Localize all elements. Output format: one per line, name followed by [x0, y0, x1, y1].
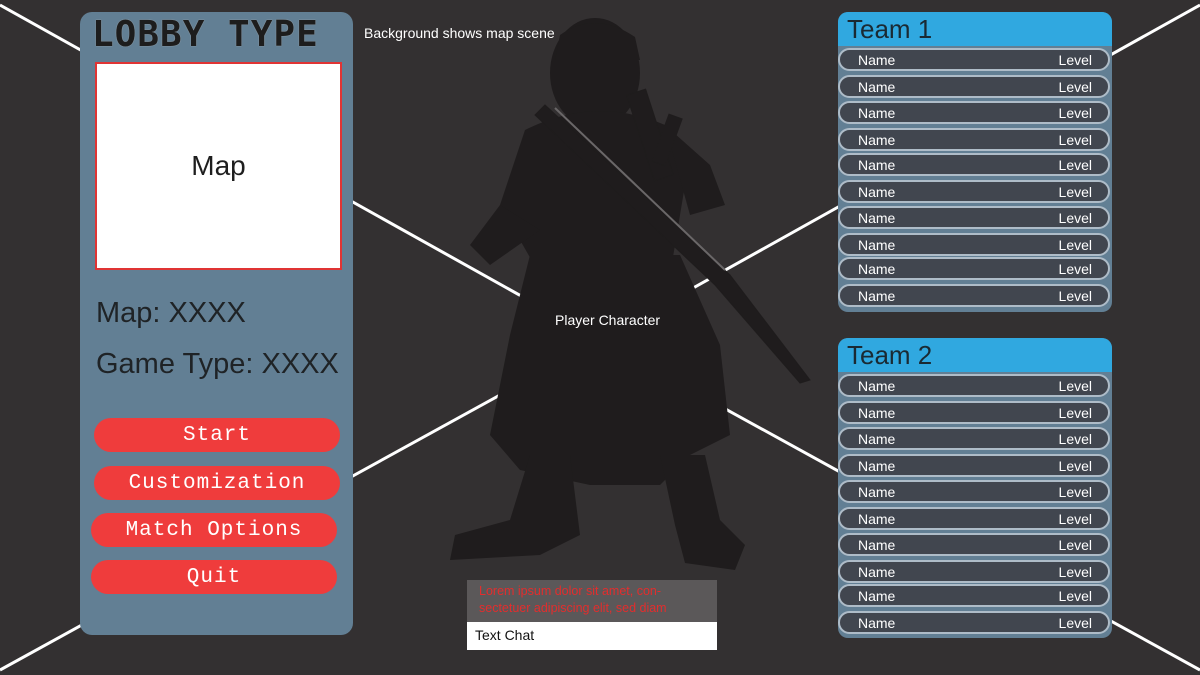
player-level: Level — [1058, 614, 1092, 631]
chat-log: Lorem ipsum dolor sit amet, con- sectetu… — [467, 580, 717, 622]
team-2-player-row[interactable]: Name Level — [838, 584, 1110, 607]
player-level: Level — [1058, 510, 1092, 527]
player-level: Level — [1058, 131, 1092, 148]
player-name: Name — [858, 614, 896, 631]
player-character-silhouette — [450, 18, 811, 570]
lobby-title: LOBBY TYPE — [92, 14, 319, 55]
player-name: Name — [858, 377, 896, 394]
background-note: Background shows map scene — [364, 25, 555, 41]
quit-button[interactable]: Quit — [91, 560, 337, 594]
team-2-panel: Team 2 Name Level Name Level Name Level Nam… — [838, 338, 1112, 638]
player-name: Name — [858, 587, 896, 604]
team-2-header: Team 2 — [838, 338, 1112, 372]
player-name: Name — [858, 563, 896, 580]
team-1-player-row[interactable]: Name Level — [838, 257, 1110, 280]
player-name: Name — [858, 131, 896, 148]
player-level: Level — [1058, 51, 1092, 68]
player-level: Level — [1058, 156, 1092, 173]
player-name: Name — [858, 260, 896, 277]
team-1-player-row[interactable]: Name Level — [838, 48, 1110, 71]
team-1-player-row[interactable]: Name Level — [838, 284, 1110, 307]
player-name: Name — [858, 104, 896, 121]
map-info: Map: XXXX — [96, 297, 246, 329]
player-level: Level — [1058, 457, 1092, 474]
player-name: Name — [858, 183, 896, 200]
player-level: Level — [1058, 78, 1092, 95]
team-2-player-row[interactable]: Name Level — [838, 480, 1110, 503]
player-level: Level — [1058, 260, 1092, 277]
player-name: Name — [858, 236, 896, 253]
player-level: Level — [1058, 236, 1092, 253]
team-2-player-row[interactable]: Name Level — [838, 401, 1110, 424]
team-2-player-row[interactable]: Name Level — [838, 507, 1110, 530]
player-character-label: Player Character — [555, 312, 661, 328]
player-name: Name — [858, 156, 896, 173]
player-name: Name — [858, 51, 896, 68]
team-1-player-row[interactable]: Name Level — [838, 206, 1110, 229]
start-button[interactable]: Start — [94, 418, 340, 452]
chat-input[interactable]: Text Chat — [467, 622, 717, 650]
player-name: Name — [858, 430, 896, 447]
team-1-player-row[interactable]: Name Level — [838, 233, 1110, 256]
team-1-player-row[interactable]: Name Level — [838, 153, 1110, 176]
player-level: Level — [1058, 536, 1092, 553]
player-level: Level — [1058, 377, 1092, 394]
team-2-player-row[interactable]: Name Level — [838, 533, 1110, 556]
team-1-player-row[interactable]: Name Level — [838, 128, 1110, 151]
team-2-player-row[interactable]: Name Level — [838, 427, 1110, 450]
player-name: Name — [858, 287, 896, 304]
map-preview[interactable]: Map — [95, 62, 342, 270]
player-level: Level — [1058, 287, 1092, 304]
player-level: Level — [1058, 430, 1092, 447]
player-name: Name — [858, 510, 896, 527]
team-1-panel: Team 1 Name Level Name Level Name Level Nam… — [838, 12, 1112, 312]
team-2-player-row[interactable]: Name Level — [838, 374, 1110, 397]
player-level: Level — [1058, 483, 1092, 500]
player-level: Level — [1058, 404, 1092, 421]
player-name: Name — [858, 483, 896, 500]
team-1-player-row[interactable]: Name Level — [838, 75, 1110, 98]
team-2-player-row[interactable]: Name Level — [838, 560, 1110, 583]
player-level: Level — [1058, 209, 1092, 226]
player-name: Name — [858, 457, 896, 474]
team-1-header: Team 1 — [838, 12, 1112, 46]
team-2-player-row[interactable]: Name Level — [838, 611, 1110, 634]
map-preview-label: Map — [191, 150, 246, 181]
team-2-player-row[interactable]: Name Level — [838, 454, 1110, 477]
player-name: Name — [858, 209, 896, 226]
team-1-player-row[interactable]: Name Level — [838, 101, 1110, 124]
player-level: Level — [1058, 587, 1092, 604]
lobby-panel: LOBBY TYPE Map Map: XXXX Game Type: XXXX… — [80, 12, 353, 635]
player-level: Level — [1058, 104, 1092, 121]
player-name: Name — [858, 404, 896, 421]
player-level: Level — [1058, 563, 1092, 580]
team-1-player-row[interactable]: Name Level — [838, 180, 1110, 203]
customization-button[interactable]: Customization — [94, 466, 340, 500]
match-options-button[interactable]: Match Options — [91, 513, 337, 547]
player-name: Name — [858, 78, 896, 95]
game-type-info: Game Type: XXXX — [96, 348, 339, 380]
player-level: Level — [1058, 183, 1092, 200]
player-name: Name — [858, 536, 896, 553]
